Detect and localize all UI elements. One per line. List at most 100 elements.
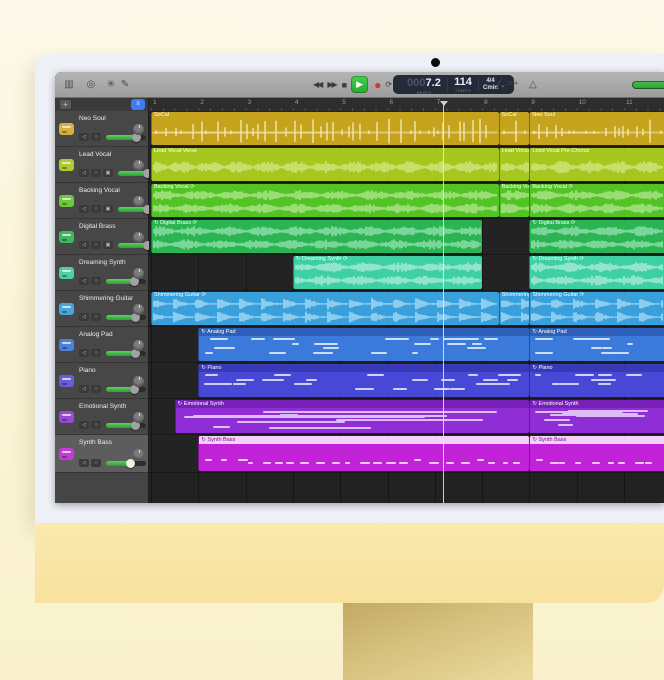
solo-button[interactable]: ∩ (91, 205, 101, 213)
region-digital-brass[interactable]: ↻ Digital Brass ⟳ (529, 220, 664, 253)
midi-note (286, 462, 294, 464)
track-header-analog-pad[interactable]: Analog Pad ◁ ∩ (55, 327, 148, 363)
input-monitor-button[interactable]: ▣ (103, 169, 113, 177)
solo-button[interactable]: ∩ (91, 241, 101, 249)
track-header-emotional-synth[interactable]: Emotional Synth ◁ ∩ (55, 399, 148, 435)
pan-knob[interactable] (133, 160, 144, 171)
track-header-synth-bass[interactable]: Synth Bass ◁ ∩ (55, 435, 148, 473)
solo-button[interactable]: ∩ (91, 277, 101, 285)
solo-button[interactable]: ∩ (91, 459, 101, 467)
track-header-backing-vocal[interactable]: Backing Vocal ◁ ∩ ▣ (55, 183, 148, 219)
volume-slider[interactable] (106, 279, 146, 284)
volume-slider[interactable] (106, 423, 146, 428)
pan-knob[interactable] (133, 376, 144, 387)
track-controls-button[interactable]: ≡ (131, 99, 145, 110)
quick-help-icon[interactable]: ◎ (83, 72, 99, 97)
region-analog-pad[interactable]: ↻ Analog Pad (529, 328, 664, 361)
pan-knob[interactable] (133, 124, 144, 135)
add-track-button[interactable]: + (60, 100, 71, 109)
region-neo-soul[interactable]: SoCal (151, 112, 499, 145)
mute-button[interactable]: ◁ (79, 241, 89, 249)
mute-button[interactable]: ◁ (79, 205, 89, 213)
region-digital-brass[interactable]: ↻ Digital Brass ⟳ (151, 220, 482, 253)
pan-knob[interactable] (133, 196, 144, 207)
volume-slider[interactable] (106, 461, 146, 466)
arrange-area[interactable]: SoCalSoCalNeo SoulLead Vocal VerseLead V… (149, 111, 664, 503)
fast-forward-button[interactable]: ▶▶ (327, 80, 335, 89)
library-icon[interactable]: ▥ (61, 72, 77, 97)
volume-slider[interactable] (106, 387, 146, 392)
region-backing-vocal[interactable]: Backing Vocal ⟳ (151, 184, 499, 217)
mute-button[interactable]: ◁ (79, 277, 89, 285)
region-emotional-synth[interactable]: ↻ Emotional Synth (175, 400, 530, 433)
master-volume-slider[interactable] (632, 81, 664, 89)
music-stand-icon (59, 195, 74, 207)
track-header-dreaming-synth[interactable]: Dreaming Synth ◁ ∩ (55, 255, 148, 291)
volume-slider[interactable] (106, 351, 146, 356)
midi-note (559, 383, 580, 385)
region-synth-bass[interactable]: ↻ Synth Bass (198, 436, 529, 471)
region-piano[interactable]: ↻ Piano (529, 364, 664, 397)
region-neo-soul[interactable]: Neo Soul (529, 112, 664, 145)
region-dreaming-synth[interactable]: ↻ Dreaming Synth ⟳ (529, 256, 664, 289)
region-analog-pad[interactable]: ↻ Analog Pad (198, 328, 529, 361)
input-monitor-button[interactable]: ▣ (103, 241, 113, 249)
region-shimmering-guitar[interactable]: Shimmering Guitar ⟳ (151, 292, 499, 325)
region-lead-vocal[interactable]: Lead Vocal Ve (499, 148, 530, 181)
region-shimmering-guitar[interactable]: Shimmering G (499, 292, 530, 325)
solo-button[interactable]: ∩ (91, 385, 101, 393)
rewind-button[interactable]: ◀◀ (313, 80, 321, 89)
midi-note (237, 421, 338, 423)
play-button[interactable]: ▶ (351, 76, 368, 93)
pan-knob[interactable] (133, 449, 144, 460)
editors-icon[interactable]: ✎ (117, 72, 133, 97)
track-header-neo-soul[interactable]: Neo Soul ◁ ∩ (55, 111, 148, 147)
region-shimmering-guitar[interactable]: Shimmering Guitar ⟳ (529, 292, 664, 325)
input-monitor-button[interactable]: ▣ (103, 205, 113, 213)
solo-button[interactable]: ∩ (91, 133, 101, 141)
track-name: Piano (79, 367, 96, 374)
pan-knob[interactable] (133, 232, 144, 243)
mute-button[interactable]: ◁ (79, 133, 89, 141)
mute-button[interactable]: ◁ (79, 313, 89, 321)
solo-button[interactable]: ∩ (91, 349, 101, 357)
track-header-lead-vocal[interactable]: Lead Vocal ◁ ∩ ▣ (55, 147, 148, 183)
solo-button[interactable]: ∩ (91, 169, 101, 177)
metronome-icon[interactable]: △ (525, 72, 541, 97)
region-dreaming-synth[interactable]: ↻ Dreaming Synth ⟳ (293, 256, 482, 289)
count-in-icon[interactable]: 1234 (505, 72, 519, 97)
pan-knob[interactable] (133, 412, 144, 423)
track-header-digital-brass[interactable]: Digital Brass ◁ ∩ ▣ (55, 219, 148, 255)
solo-button[interactable]: ∩ (91, 421, 101, 429)
mute-button[interactable]: ◁ (79, 169, 89, 177)
region-backing-vocal[interactable]: Backing Vocal (499, 184, 530, 217)
mute-button[interactable]: ◁ (79, 459, 89, 467)
stop-button[interactable]: ■ (342, 80, 345, 90)
region-lead-vocal[interactable]: Lead Vocal Pre-Chorus (529, 148, 664, 181)
track-header-shimmering-guitar[interactable]: Shimmering Guitar ◁ ∩ (55, 291, 148, 327)
region-piano[interactable]: ↻ Piano (198, 364, 529, 397)
solo-button[interactable]: ∩ (91, 313, 101, 321)
midi-note (355, 388, 375, 390)
timeline-ruler[interactable]: 1234567891011 (149, 98, 664, 111)
volume-slider[interactable] (106, 315, 146, 320)
region-emotional-synth[interactable]: ↻ Emotional Synth (529, 400, 664, 433)
track-header-piano[interactable]: Piano ◁ ∩ (55, 363, 148, 399)
mute-button[interactable]: ◁ (79, 385, 89, 393)
region-synth-bass[interactable]: ↻ Synth Bass (529, 436, 664, 471)
mute-button[interactable]: ◁ (79, 349, 89, 357)
mute-button[interactable]: ◁ (79, 421, 89, 429)
lcd-tempo[interactable]: 114 (454, 77, 472, 88)
region-lead-vocal[interactable]: Lead Vocal Verse (151, 148, 499, 181)
pan-knob[interactable] (133, 268, 144, 279)
midi-note (645, 462, 652, 464)
pan-knob[interactable] (133, 304, 144, 315)
volume-slider[interactable] (106, 135, 146, 140)
record-button[interactable]: ● (374, 78, 379, 92)
region-label: Lead Vocal Verse (154, 148, 197, 154)
cycle-button[interactable]: ⟳ (385, 80, 390, 89)
playhead[interactable] (443, 101, 444, 503)
region-backing-vocal[interactable]: Backing Vocal ⟳ (529, 184, 664, 217)
region-neo-soul[interactable]: SoCal (499, 112, 530, 145)
pan-knob[interactable] (133, 340, 144, 351)
